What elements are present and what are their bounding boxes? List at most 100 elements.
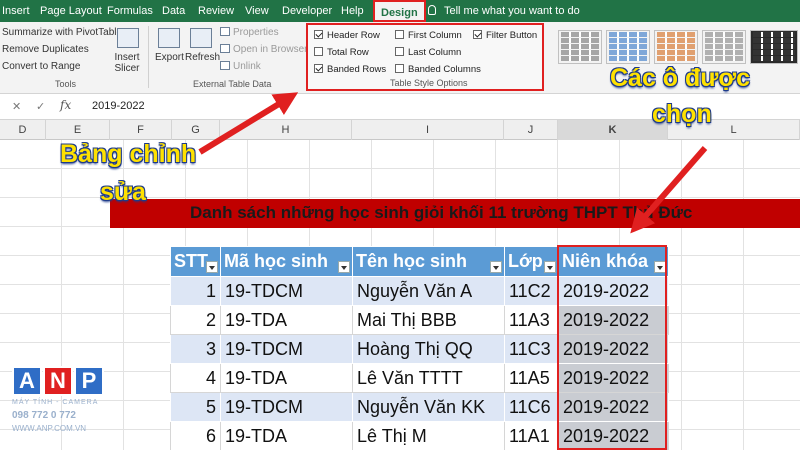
filter-button-checkbox[interactable]: Filter Button	[473, 30, 537, 41]
filter-dropdown-icon[interactable]	[490, 261, 502, 273]
header-student-id[interactable]: Mã học sinh	[220, 246, 353, 277]
cell-class[interactable]: 11A1	[504, 421, 559, 450]
cell-student-id[interactable]: 19-TDA	[220, 421, 353, 450]
cell-class[interactable]: 11C3	[504, 334, 559, 364]
insert-slicer-button[interactable]: Insert Slicer	[112, 52, 142, 74]
column-header-e[interactable]: E	[46, 120, 110, 140]
cell-school-year[interactable]: 2019-2022	[558, 334, 669, 364]
table-row: 2 19-TDA Mai Thị BBB 11A3 2019-2022	[170, 305, 669, 335]
table-header-row: STT Mã học sinh Tên học sinh Lớp Niên kh…	[170, 246, 669, 277]
refresh-button[interactable]: Refresh	[185, 52, 220, 63]
column-header-g[interactable]: G	[172, 120, 220, 140]
lightbulb-icon	[428, 5, 436, 15]
banded-columns-checkbox[interactable]: Banded Columns	[395, 64, 481, 75]
open-in-browser-button[interactable]: Open in Browser	[220, 44, 307, 55]
tell-me-box[interactable]: Tell me what you want to do	[428, 0, 580, 22]
cell-class[interactable]: 11C6	[504, 392, 559, 422]
filter-dropdown-icon[interactable]	[206, 261, 218, 273]
checkbox-checked-icon	[314, 64, 323, 73]
enter-icon[interactable]: ✓	[36, 100, 45, 113]
cell-student-name[interactable]: Nguyễn Văn KK	[352, 392, 505, 422]
tab-insert[interactable]: Insert	[2, 0, 30, 22]
cell-stt[interactable]: 5	[170, 392, 221, 422]
tab-review[interactable]: Review	[198, 0, 234, 22]
logo-phone: 098 772 0 772	[12, 410, 76, 421]
cell-student-id[interactable]: 19-TDA	[220, 305, 353, 335]
cell-stt[interactable]: 4	[170, 363, 221, 393]
cell-student-name[interactable]: Mai Thị BBB	[352, 305, 505, 335]
column-header-d[interactable]: D	[0, 120, 46, 140]
cell-stt[interactable]: 3	[170, 334, 221, 364]
first-column-checkbox[interactable]: First Column	[395, 30, 462, 41]
cell-student-name[interactable]: Hoàng Thị QQ	[352, 334, 505, 364]
tab-data[interactable]: Data	[162, 0, 185, 22]
tab-developer[interactable]: Developer	[282, 0, 332, 22]
total-row-checkbox[interactable]: Total Row	[314, 47, 369, 58]
table-style-swatch[interactable]	[702, 30, 746, 64]
function-icon[interactable]: fx	[60, 98, 71, 112]
header-stt[interactable]: STT	[170, 246, 221, 277]
cell-student-id[interactable]: 19-TDCM	[220, 334, 353, 364]
table-row: 6 19-TDA Lê Thị M 11A1 2019-2022	[170, 421, 669, 450]
logo-letter: A	[12, 366, 42, 396]
filter-dropdown-icon[interactable]	[544, 261, 556, 273]
table-row: 5 19-TDCM Nguyễn Văn KK 11C6 2019-2022	[170, 392, 669, 422]
table-style-swatch[interactable]	[654, 30, 698, 64]
summarize-pivot-button[interactable]: Summarize with PivotTable	[2, 27, 122, 38]
filter-dropdown-icon[interactable]	[654, 261, 666, 273]
cell-stt[interactable]: 6	[170, 421, 221, 450]
banded-rows-checkbox[interactable]: Banded Rows	[314, 64, 386, 75]
column-header-h[interactable]: H	[220, 120, 352, 140]
tab-help[interactable]: Help	[341, 0, 364, 22]
column-header-i[interactable]: I	[352, 120, 504, 140]
sheet-title[interactable]: Danh sách những học sinh giỏi khối 11 tr…	[190, 203, 692, 223]
last-column-checkbox[interactable]: Last Column	[395, 47, 461, 58]
unlink-button[interactable]: Unlink	[220, 61, 261, 72]
filter-dropdown-icon[interactable]	[338, 261, 350, 273]
cell-stt[interactable]: 1	[170, 276, 221, 306]
header-student-name[interactable]: Tên học sinh	[352, 246, 505, 277]
cell-stt[interactable]: 2	[170, 305, 221, 335]
cancel-icon[interactable]: ✕	[12, 100, 21, 113]
cell-school-year[interactable]: 2019-2022	[558, 276, 669, 306]
table-style-swatch[interactable]	[750, 30, 798, 64]
tab-formulas[interactable]: Formulas	[107, 0, 153, 22]
logo-letters: ANP	[12, 366, 105, 396]
cell-class[interactable]: 11A3	[504, 305, 559, 335]
export-button[interactable]: Export	[155, 52, 184, 63]
header-school-year[interactable]: Niên khóa	[558, 246, 669, 277]
cell-school-year[interactable]: 2019-2022	[558, 305, 669, 335]
table-style-options-label: Table Style Options	[390, 78, 468, 88]
tab-page-layout[interactable]: Page Layout	[40, 0, 102, 22]
cell-class[interactable]: 11C2	[504, 276, 559, 306]
table-style-swatch[interactable]	[558, 30, 602, 64]
tab-design[interactable]: Design	[373, 0, 426, 22]
logo-website: WWW.ANP.COM.VN	[12, 424, 87, 433]
cell-student-name[interactable]: Nguyễn Văn A	[352, 276, 505, 306]
logo-tagline: MÁY TÍNH - CAMERA	[12, 399, 99, 406]
checkbox-empty-icon	[395, 64, 404, 73]
cell-school-year[interactable]: 2019-2022	[558, 421, 669, 450]
header-row-checkbox[interactable]: Header Row	[314, 30, 380, 41]
tab-view[interactable]: View	[245, 0, 269, 22]
column-header-f[interactable]: F	[110, 120, 172, 140]
cell-student-id[interactable]: 19-TDCM	[220, 276, 353, 306]
tell-me-text: Tell me what you want to do	[444, 5, 580, 17]
tools-group-label: Tools	[55, 79, 77, 89]
header-class[interactable]: Lớp	[504, 246, 559, 277]
table-style-options-group: Header Row Total Row Banded Rows First C…	[306, 23, 544, 91]
cell-school-year[interactable]: 2019-2022	[558, 363, 669, 393]
cell-student-id[interactable]: 19-TDA	[220, 363, 353, 393]
cell-class[interactable]: 11A5	[504, 363, 559, 393]
table-style-swatch[interactable]	[606, 30, 650, 64]
column-header-j[interactable]: J	[504, 120, 558, 140]
cell-student-name[interactable]: Lê Thị M	[352, 421, 505, 450]
cell-school-year[interactable]: 2019-2022	[558, 392, 669, 422]
properties-button[interactable]: Properties	[220, 27, 279, 38]
cell-student-name[interactable]: Lê Văn TTTT	[352, 363, 505, 393]
convert-to-range-button[interactable]: Convert to Range	[2, 61, 80, 72]
formula-input[interactable]: 2019-2022	[92, 100, 145, 112]
cell-student-id[interactable]: 19-TDCM	[220, 392, 353, 422]
remove-duplicates-button[interactable]: Remove Duplicates	[2, 44, 89, 55]
annotation-edit-table-1: Bảng chỉnh	[60, 140, 197, 168]
